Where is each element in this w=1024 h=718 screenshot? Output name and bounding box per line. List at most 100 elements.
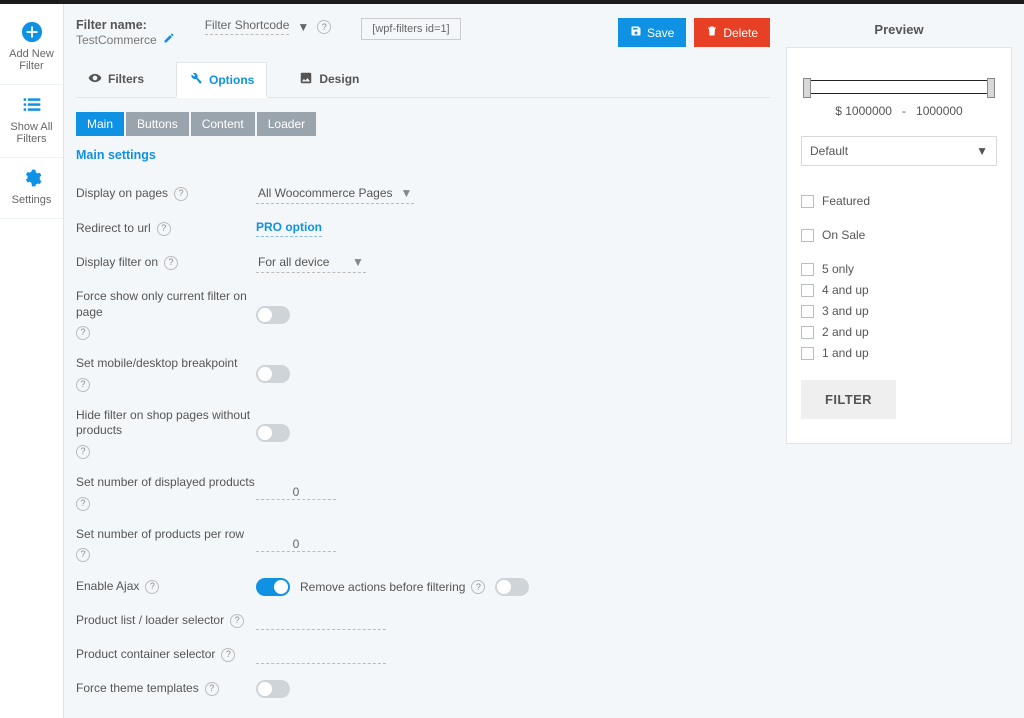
checkbox-rating-2[interactable]: 2 and up xyxy=(801,325,997,339)
checkbox-rating-3[interactable]: 3 and up xyxy=(801,304,997,318)
filter-name-value[interactable]: TestCommerce xyxy=(76,32,175,47)
subtab-buttons[interactable]: Buttons xyxy=(126,112,189,136)
trash-icon xyxy=(706,25,718,40)
caret-down-icon: ▼ xyxy=(976,144,988,158)
per-row-input[interactable] xyxy=(256,537,336,552)
sidebar-item-settings[interactable]: Settings xyxy=(0,158,63,219)
section-title: Main settings xyxy=(76,148,770,162)
checkbox-label: 2 and up xyxy=(822,325,869,339)
pro-option-link[interactable]: PRO option xyxy=(256,220,322,237)
checkbox-onsale[interactable]: On Sale xyxy=(801,228,997,242)
slider-handle-left[interactable] xyxy=(803,78,811,98)
sidebar-item-label: Settings xyxy=(12,194,52,206)
sidebar-item-add-new-filter[interactable]: Add New Filter xyxy=(0,12,63,85)
filter-button[interactable]: FILTER xyxy=(801,380,896,419)
delete-button[interactable]: Delete xyxy=(694,18,770,47)
help-icon[interactable]: ? xyxy=(157,222,171,236)
caret-down-icon: ▼ xyxy=(401,186,413,200)
force-theme-toggle[interactable] xyxy=(256,680,290,698)
label-display-filter-on: Display filter on xyxy=(76,255,158,271)
label-hide-empty: Hide filter on shop pages without produc… xyxy=(76,408,256,439)
checkbox-icon xyxy=(801,195,814,208)
pencil-icon[interactable] xyxy=(163,32,175,47)
save-icon xyxy=(630,25,642,40)
checkbox-rating-1[interactable]: 1 and up xyxy=(801,346,997,360)
label-breakpoint: Set mobile/desktop breakpoint xyxy=(76,356,237,372)
subtabs: Main Buttons Content Loader xyxy=(76,112,770,136)
tab-label: Options xyxy=(209,73,254,87)
checkbox-label: 1 and up xyxy=(822,346,869,360)
select-value: Default xyxy=(810,144,848,158)
tab-options[interactable]: Options xyxy=(176,62,267,98)
checkbox-icon xyxy=(801,305,814,318)
left-sidebar: Add New Filter Show All Filters Settings xyxy=(0,4,64,718)
price-max: 1000000 xyxy=(916,104,963,118)
help-icon[interactable]: ? xyxy=(76,378,90,392)
help-icon[interactable]: ? xyxy=(76,548,90,562)
slider-handle-right[interactable] xyxy=(987,78,995,98)
shortcode-select-label: Filter Shortcode xyxy=(205,18,290,35)
help-icon[interactable]: ? xyxy=(76,326,90,340)
checkbox-icon xyxy=(801,347,814,360)
checkbox-featured[interactable]: Featured xyxy=(801,194,997,208)
price-values: $ 1000000 - 1000000 xyxy=(801,104,997,118)
label-force-show: Force show only current filter on page xyxy=(76,289,256,320)
shortcode-value[interactable]: [wpf-filters id=1] xyxy=(361,18,460,40)
eye-icon xyxy=(88,71,102,88)
tabs: Filters Options Design xyxy=(76,61,770,98)
list-icon xyxy=(20,93,44,117)
checkbox-label: Featured xyxy=(822,194,870,208)
subtab-loader[interactable]: Loader xyxy=(257,112,316,136)
product-container-selector-input[interactable] xyxy=(256,646,386,664)
display-filter-on-select[interactable]: For all device ▼ xyxy=(256,253,366,273)
help-icon[interactable]: ? xyxy=(76,445,90,459)
help-icon[interactable]: ? xyxy=(205,682,219,696)
sidebar-item-show-all-filters[interactable]: Show All Filters xyxy=(0,85,63,158)
force-show-toggle[interactable] xyxy=(256,306,290,324)
help-icon[interactable]: ? xyxy=(471,580,485,594)
filter-name-label: Filter name: xyxy=(76,18,175,32)
caret-down-icon: ▼ xyxy=(352,255,364,269)
label-force-theme: Force theme templates xyxy=(76,681,199,697)
product-list-selector-input[interactable] xyxy=(256,612,386,630)
checkbox-label: 3 and up xyxy=(822,304,869,318)
save-button[interactable]: Save xyxy=(618,18,686,47)
label-remove-actions: Remove actions before filtering xyxy=(300,580,465,594)
help-icon[interactable]: ? xyxy=(221,648,235,662)
help-icon[interactable]: ? xyxy=(145,580,159,594)
checkbox-rating-4[interactable]: 4 and up xyxy=(801,283,997,297)
display-pages-select[interactable]: All Woocommerce Pages▼ xyxy=(256,184,414,204)
preview-body: $ 1000000 - 1000000 Default ▼ Featured O… xyxy=(786,47,1012,444)
price-sep: - xyxy=(902,104,906,118)
gear-icon xyxy=(20,166,44,190)
sidebar-item-label: Show All Filters xyxy=(4,121,59,145)
help-icon[interactable]: ? xyxy=(164,256,178,270)
subtab-content[interactable]: Content xyxy=(191,112,255,136)
breakpoint-toggle[interactable] xyxy=(256,365,290,383)
save-button-label: Save xyxy=(647,26,674,40)
label-product-list-selector: Product list / loader selector xyxy=(76,613,224,629)
help-icon[interactable]: ? xyxy=(76,497,90,511)
tab-design[interactable]: Design xyxy=(287,61,371,97)
label-enable-ajax: Enable Ajax xyxy=(76,579,139,595)
enable-ajax-toggle[interactable] xyxy=(256,578,290,596)
help-icon[interactable]: ? xyxy=(230,614,244,628)
preview-default-select[interactable]: Default ▼ xyxy=(801,136,997,166)
subtab-main[interactable]: Main xyxy=(76,112,124,136)
num-displayed-input[interactable] xyxy=(256,485,336,500)
tab-filters[interactable]: Filters xyxy=(76,61,156,97)
help-icon[interactable]: ? xyxy=(174,187,188,201)
label-num-displayed: Set number of displayed products xyxy=(76,475,255,491)
remove-actions-toggle[interactable] xyxy=(495,578,529,596)
select-value: For all device xyxy=(258,255,329,269)
checkbox-label: 5 only xyxy=(822,262,854,276)
price-slider[interactable] xyxy=(803,80,995,94)
shortcode-select[interactable]: Filter Shortcode ▼ ? xyxy=(205,18,332,35)
sidebar-item-label: Add New Filter xyxy=(4,48,59,72)
help-icon[interactable]: ? xyxy=(317,20,331,34)
checkbox-rating-5[interactable]: 5 only xyxy=(801,262,997,276)
wrench-icon xyxy=(189,71,203,88)
checkbox-label: 4 and up xyxy=(822,283,869,297)
hide-empty-toggle[interactable] xyxy=(256,424,290,442)
caret-down-icon: ▼ xyxy=(297,20,309,34)
